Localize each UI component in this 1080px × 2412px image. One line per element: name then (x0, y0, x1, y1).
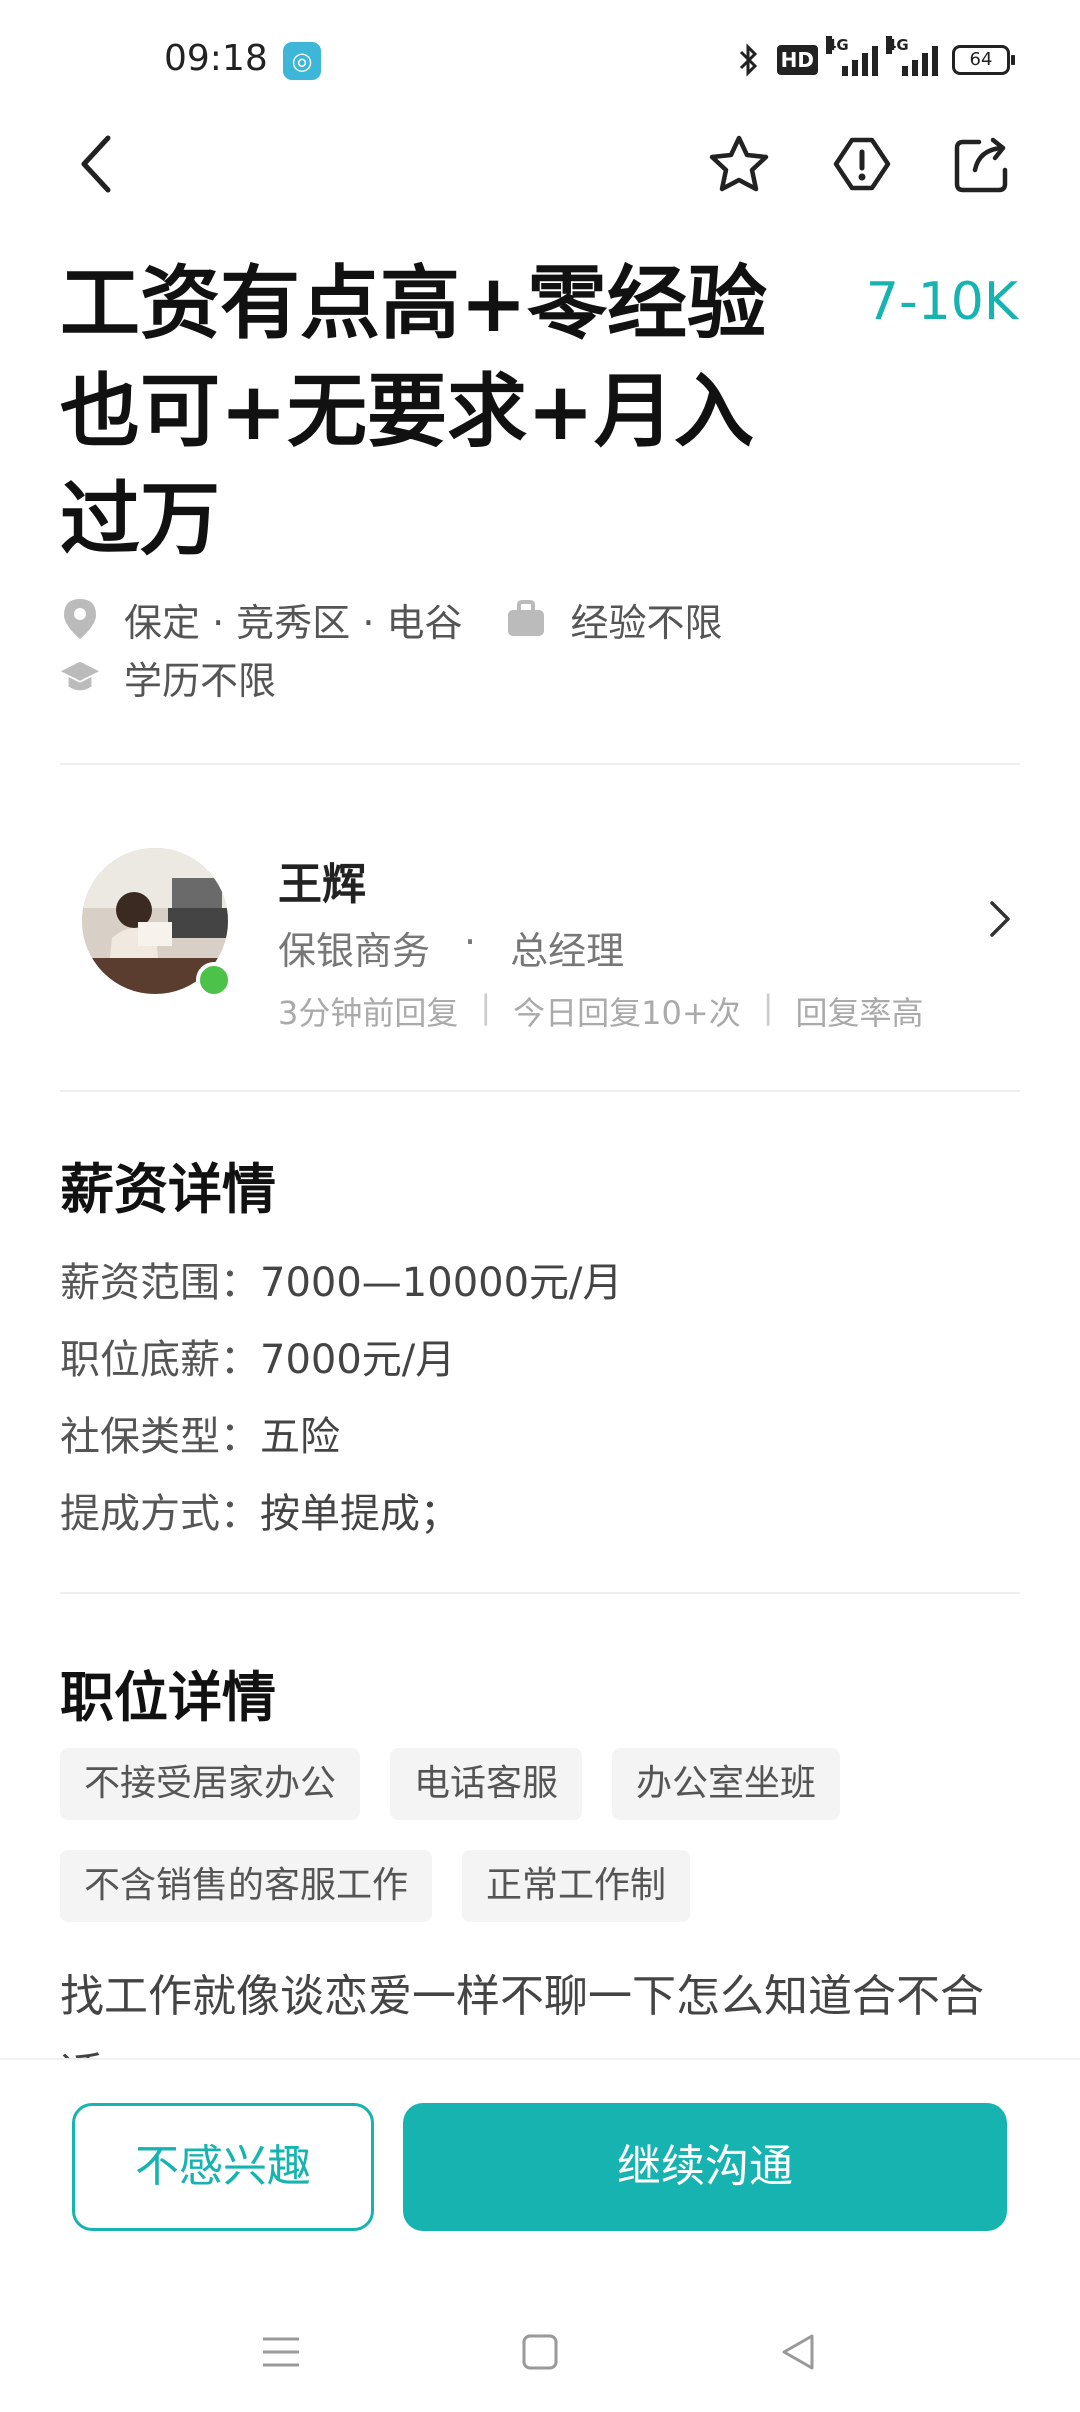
graduation-cap-icon (60, 655, 100, 699)
signal-icon-2: 4G (886, 36, 938, 76)
list-item: 薪资范围：7000—10000元/月 (60, 1260, 623, 1306)
chevron-left-icon (81, 135, 111, 193)
status-indicators: HD 4G 4G 64 (735, 36, 1015, 82)
pay-details-list: 薪资范围：7000—10000元/月 职位底薪：7000元/月 社保类型：五险 … (60, 1245, 623, 1553)
system-back-button[interactable] (767, 2322, 827, 2382)
job-tag: 不接受居家办公 (60, 1748, 361, 1820)
continue-chat-button[interactable]: 继续沟通 (403, 2103, 1007, 2231)
not-interested-button[interactable]: 不感兴趣 (72, 2103, 374, 2231)
recruiter-name: 王辉 (278, 859, 366, 910)
job-tag: 办公室坐班 (612, 1748, 841, 1820)
job-details-heading: 职位详情 (60, 1666, 276, 1729)
star-icon (709, 135, 769, 192)
online-status-dot (196, 962, 232, 998)
recruiter-company-position: 保银商务 · 总经理 (278, 920, 624, 975)
recruiter-stats: 3分钟前回复 | 今日回复10+次 | 回复率高 (278, 988, 924, 1032)
separator-dot: · (464, 920, 477, 964)
salary-range: 7-10K (865, 272, 1018, 332)
list-item: 提成方式：按单提成； (60, 1491, 460, 1537)
job-tag: 正常工作制 (462, 1850, 691, 1922)
location-pin-icon (60, 597, 100, 641)
share-icon (954, 137, 1008, 193)
warning-icon (833, 137, 891, 191)
recruiter-position: 总经理 (510, 929, 625, 973)
hd-voice-icon: HD (776, 45, 818, 75)
status-bar: 09:18 ◎ HD 4G 4G 64 (0, 0, 1080, 120)
briefcase-icon (506, 597, 546, 641)
job-tags: 不接受居家办公 电话客服 办公室坐班 不含销售的客服工作 正常工作制 (60, 1748, 1020, 1922)
recruiter-detail-button[interactable] (980, 895, 1020, 943)
job-tag: 电话客服 (390, 1748, 583, 1820)
recruiter-company: 保银商务 (278, 929, 431, 973)
job-title: 工资有点高+零经验也可+无要求+月入过万 (60, 257, 768, 566)
list-item: 职位底薪：7000元/月 (60, 1337, 456, 1383)
job-experience: 经验不限 (570, 600, 723, 645)
reply-count: 今日回复10+次 (513, 994, 741, 1032)
menu-icon (263, 2337, 299, 2367)
reply-time: 3分钟前回复 (278, 994, 459, 1032)
square-icon (522, 2334, 558, 2370)
status-time: 09:18 (164, 38, 268, 79)
app-notification-icon: ◎ (283, 42, 321, 80)
reply-rate: 回复率高 (795, 994, 924, 1032)
home-button[interactable] (510, 2322, 570, 2382)
chevron-right-icon (990, 901, 1010, 937)
battery-icon: 64 (952, 45, 1015, 75)
menu-button[interactable] (251, 2322, 311, 2382)
bluetooth-icon (739, 43, 757, 77)
divider (60, 1090, 1020, 1092)
job-tag: 不含销售的客服工作 (60, 1850, 433, 1922)
favorite-button[interactable] (703, 128, 775, 200)
signal-icon-1: 4G (826, 36, 878, 76)
divider (60, 1592, 1020, 1594)
share-button[interactable] (946, 128, 1018, 200)
list-item: 社保类型：五险 (60, 1414, 340, 1460)
job-description: 找工作就像谈恋爱一样不聊一下怎么知道合不合适 (60, 1971, 984, 2058)
divider (60, 763, 1020, 765)
report-button[interactable] (826, 128, 898, 200)
job-location: 保定 · 竞秀区 · 电谷 (124, 600, 463, 645)
pay-details-heading: 薪资详情 (60, 1158, 276, 1221)
job-education: 学历不限 (124, 658, 277, 703)
triangle-back-icon (782, 2334, 814, 2370)
job-meta: 保定 · 竞秀区 · 电谷 经验不限 学历不限 (60, 590, 1020, 706)
back-button[interactable] (60, 128, 132, 200)
